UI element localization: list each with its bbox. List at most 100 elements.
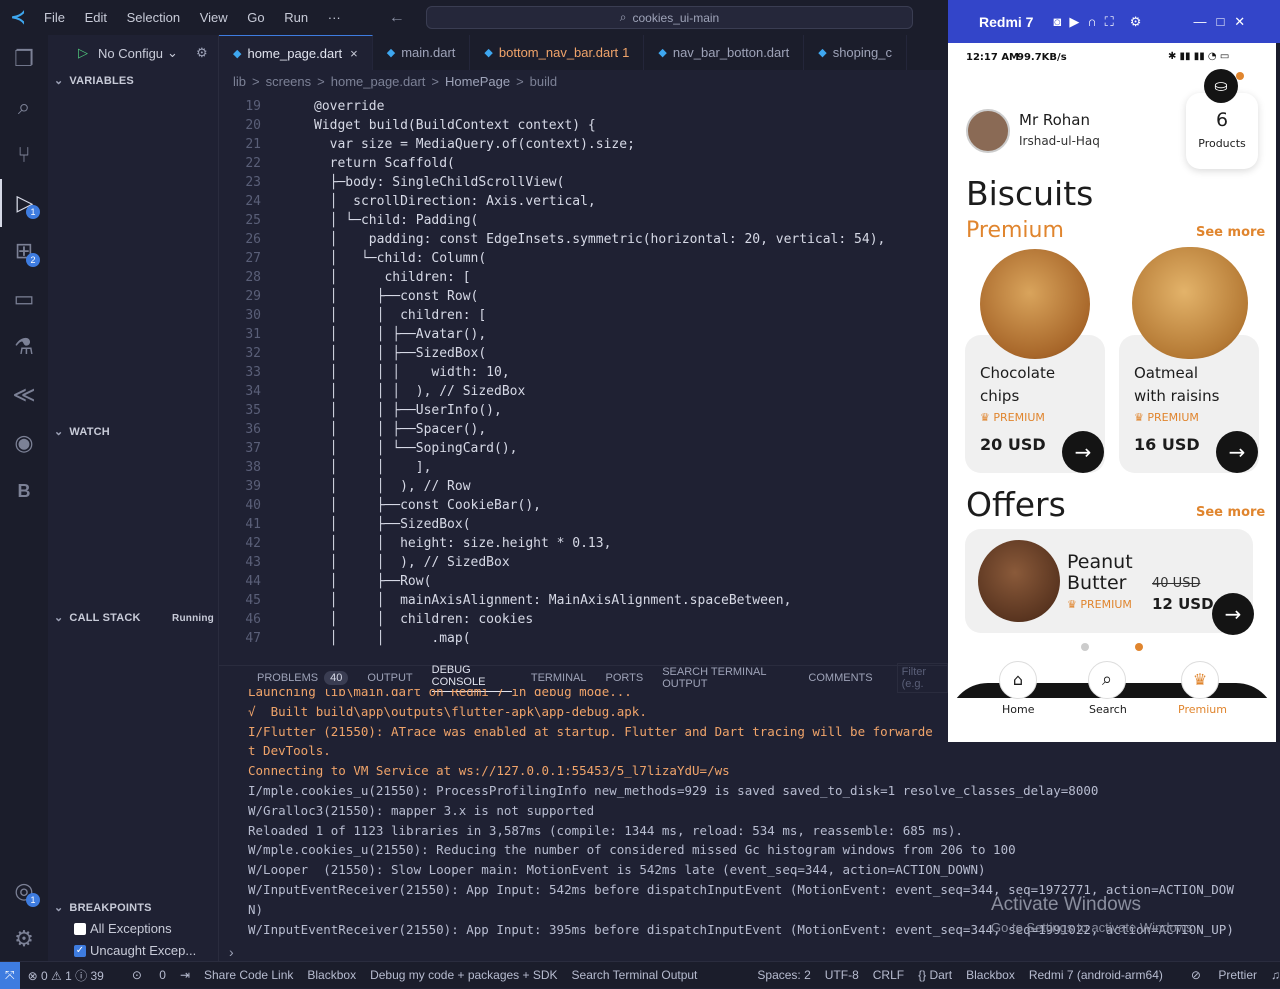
minimize-icon[interactable]: — bbox=[1193, 14, 1206, 29]
chevron-down-icon[interactable]: ⌄ bbox=[167, 45, 178, 61]
maximize-icon[interactable]: □ bbox=[1216, 14, 1224, 29]
command-center-search[interactable]: ⌕ cookies_ui-main bbox=[426, 6, 913, 29]
code-line[interactable]: │ │ ├──Avatar(), bbox=[314, 327, 487, 342]
headphones-icon[interactable]: ∩ bbox=[1087, 14, 1096, 29]
status-blackbox[interactable]: Blackbox bbox=[307, 968, 356, 982]
blackbox-icon[interactable]: B bbox=[0, 467, 48, 515]
code-line[interactable]: │ │ children: [ bbox=[314, 308, 487, 323]
code-line[interactable]: │ └─child: Column( bbox=[314, 251, 487, 266]
crumb-method[interactable]: build bbox=[530, 74, 557, 89]
menu-view[interactable]: View bbox=[200, 10, 228, 25]
shopping-bag-icon[interactable]: ⛀ bbox=[1204, 69, 1238, 103]
tab-nav-bar-botton[interactable]: ◆ nav_bar_botton.dart bbox=[644, 35, 805, 70]
debug-settings-gear-icon[interactable]: ⚙ bbox=[196, 45, 208, 61]
arrow-right-button[interactable]: → bbox=[1212, 593, 1254, 635]
code-line[interactable]: │ │ ), // SizedBox bbox=[314, 555, 510, 570]
source-control-icon[interactable]: ⑂ bbox=[0, 131, 48, 179]
code-line[interactable]: Widget build(BuildContext context) { bbox=[314, 118, 596, 133]
filter-input[interactable]: Filter (e.g. bbox=[896, 662, 948, 693]
back-arrow-icon[interactable]: ← bbox=[389, 9, 405, 26]
github-icon[interactable]: ◉ bbox=[0, 419, 48, 467]
variables-section[interactable]: ⌄ VARIABLES bbox=[54, 74, 134, 87]
console-prompt-chevron-icon[interactable]: › bbox=[229, 944, 234, 960]
tab-bottom-nav-bar[interactable]: ◆ bottom_nav_bar.dart 1 bbox=[470, 35, 645, 70]
crumb-file[interactable]: home_page.dart bbox=[331, 74, 426, 89]
code-line[interactable]: │ │ mainAxisAlignment: MainAxisAlignment… bbox=[314, 593, 792, 608]
code-line[interactable]: │ └─child: Padding( bbox=[314, 213, 479, 228]
see-more-link[interactable]: See more bbox=[1196, 225, 1265, 240]
tab-main[interactable]: ◆ main.dart bbox=[373, 35, 471, 70]
arrow-right-button[interactable]: → bbox=[1216, 431, 1258, 473]
crumb-lib[interactable]: lib bbox=[233, 74, 246, 89]
bp-uncaught-exceptions[interactable]: ✓ Uncaught Excep... bbox=[74, 943, 196, 958]
flutter-icon[interactable]: ≪ bbox=[0, 371, 48, 419]
page-dot[interactable] bbox=[1081, 643, 1089, 651]
code-line[interactable]: @override bbox=[314, 99, 384, 114]
crumb-screens[interactable]: screens bbox=[266, 74, 312, 89]
code-line[interactable]: │ │ └──SopingCard(), bbox=[314, 441, 518, 456]
extensions-icon[interactable]: ⊞ 2 bbox=[0, 227, 48, 275]
code-line[interactable]: │ │ ], bbox=[314, 460, 432, 475]
menu-run[interactable]: Run bbox=[284, 10, 308, 25]
code-line[interactable]: │ │ │ width: 10, bbox=[314, 365, 510, 380]
run-config[interactable]: ▷ No Configu ⌄ ⚙ bbox=[78, 45, 208, 61]
explorer-icon[interactable]: ❐ bbox=[0, 35, 48, 83]
code-line[interactable]: │ ├──const Row( bbox=[314, 289, 479, 304]
camera-icon[interactable]: ◙ bbox=[1053, 14, 1061, 29]
panel-tab-output[interactable]: OUTPUT bbox=[367, 672, 412, 684]
code-line[interactable]: │ │ ├──Spacer(), bbox=[314, 422, 487, 437]
panel-tab-search-terminal[interactable]: SEARCH TERMINAL OUTPUT bbox=[662, 666, 789, 690]
status-ports[interactable]: ⊙ 0 bbox=[118, 968, 166, 982]
crumb-class[interactable]: HomePage bbox=[445, 74, 510, 89]
panel-tab-comments[interactable]: COMMENTS bbox=[808, 672, 872, 684]
emulator-settings-icon[interactable]: ⚙ bbox=[1130, 14, 1142, 30]
crown-icon[interactable]: ♛ bbox=[1181, 661, 1219, 699]
code-line[interactable]: │ padding: const EdgeInsets.symmetric(ho… bbox=[314, 232, 886, 247]
code-line[interactable]: var size = MediaQuery.of(context).size; bbox=[314, 137, 635, 152]
panel-tab-debug-console[interactable]: DEBUG CONSOLE bbox=[431, 664, 512, 692]
code-line[interactable]: return Scaffold( bbox=[314, 156, 455, 171]
status-language[interactable]: {} Dart bbox=[918, 968, 952, 982]
menu-file[interactable]: File bbox=[44, 10, 65, 25]
fullscreen-icon[interactable]: ⛶ bbox=[1105, 14, 1114, 30]
code-editor[interactable]: 19 @override 20 Widget build(BuildContext c… bbox=[219, 99, 948, 658]
status-prettier[interactable]: ⊘ Prettier bbox=[1177, 968, 1257, 982]
menu-go[interactable]: Go bbox=[247, 10, 264, 25]
checkbox-checked[interactable]: ✓ bbox=[74, 944, 86, 957]
menu-more[interactable]: ··· bbox=[328, 10, 341, 25]
tab-shoping[interactable]: ◆ shoping_c bbox=[804, 35, 907, 70]
status-encoding[interactable]: UTF-8 bbox=[825, 968, 859, 982]
status-blackbox-right[interactable]: Blackbox bbox=[966, 968, 1015, 982]
nav-home-label[interactable]: Home bbox=[1002, 703, 1034, 716]
bp-all-exceptions[interactable]: All Exceptions bbox=[74, 921, 172, 936]
call-stack-section[interactable]: ⌄ CALL STACK Running bbox=[54, 611, 214, 624]
remote-explorer-icon[interactable]: ▭ bbox=[0, 275, 48, 323]
notifications-bell-icon[interactable]: ♫ bbox=[1271, 968, 1280, 982]
panel-tab-ports[interactable]: PORTS bbox=[605, 672, 643, 684]
code-line[interactable]: │ scrollDirection: Axis.vertical, bbox=[314, 194, 596, 209]
search-icon[interactable]: ⌕ bbox=[1088, 661, 1126, 699]
code-line[interactable]: │ ├──Row( bbox=[314, 574, 432, 589]
code-line[interactable]: │ │ .map( bbox=[314, 631, 471, 646]
status-device[interactable]: Redmi 7 (android-arm64) bbox=[1029, 968, 1163, 982]
code-line[interactable]: │ children: [ bbox=[314, 270, 471, 285]
status-eol[interactable]: CRLF bbox=[873, 968, 904, 982]
code-line[interactable]: │ ├──SizedBox( bbox=[314, 517, 471, 532]
code-line[interactable]: │ │ ├──UserInfo(), bbox=[314, 403, 502, 418]
code-line[interactable]: │ ├──const CookieBar(), bbox=[314, 498, 541, 513]
close-icon[interactable]: × bbox=[350, 46, 358, 61]
panel-tab-problems[interactable]: PROBLEMS 40 bbox=[238, 670, 349, 685]
code-line[interactable]: │ │ height: size.height * 0.13, bbox=[314, 536, 612, 551]
close-window-icon[interactable]: ✕ bbox=[1234, 14, 1245, 30]
nav-search-label[interactable]: Search bbox=[1089, 703, 1127, 716]
run-config-select[interactable]: No Configu bbox=[98, 46, 163, 61]
nav-premium-label[interactable]: Premium bbox=[1178, 703, 1227, 716]
watch-section[interactable]: ⌄ WATCH bbox=[54, 425, 110, 438]
settings-gear-icon[interactable]: ⚙ bbox=[0, 915, 48, 963]
code-line[interactable]: │ │ ), // Row bbox=[314, 479, 471, 494]
remote-icon[interactable]: ⤧ bbox=[0, 961, 20, 989]
see-more-link[interactable]: See more bbox=[1196, 505, 1265, 520]
code-line[interactable]: ├─body: SingleChildScrollView( bbox=[314, 175, 565, 190]
arrow-right-button[interactable]: → bbox=[1062, 431, 1104, 473]
code-line[interactable]: │ │ ├──SizedBox( bbox=[314, 346, 487, 361]
